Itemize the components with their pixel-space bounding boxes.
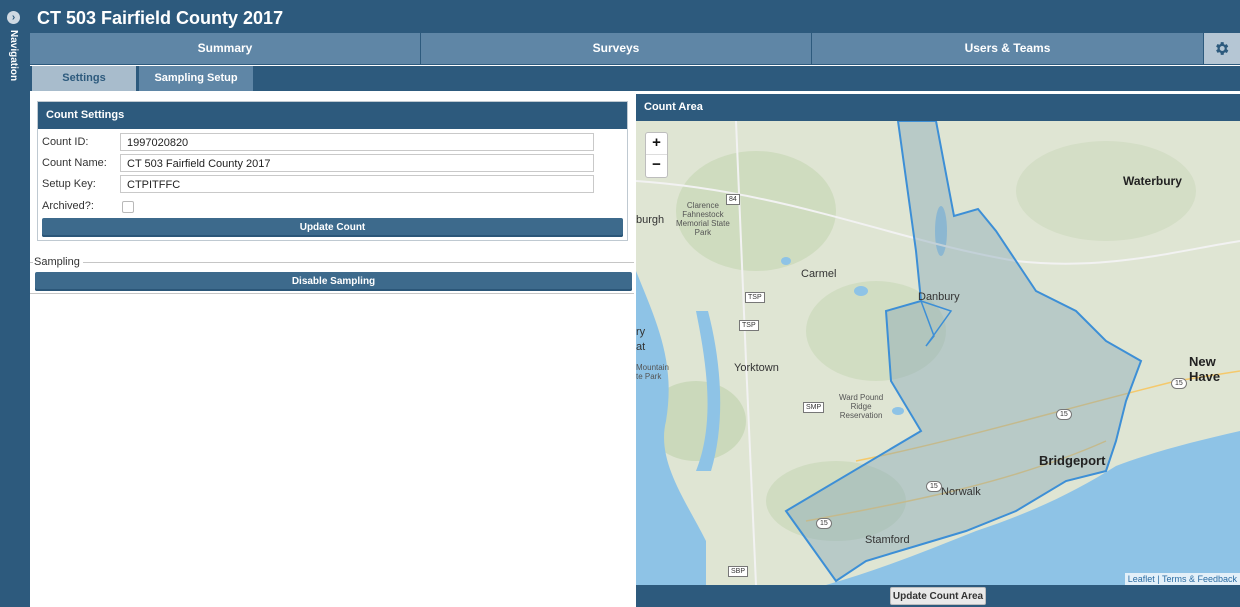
route-shield-84: 84 [726,194,740,205]
count-id-input[interactable]: 1997020820 [120,133,594,151]
map-view[interactable]: + − Waterbury burgh Clarence Fahnestock … [636,121,1240,585]
sub-tab-bar: Settings Sampling Setup [30,66,1240,91]
place-danbury: Danbury [918,291,960,303]
route-shield-tsp-2: TSP [739,320,759,331]
count-id-row: Count ID: 1997020820 [38,133,627,153]
navigation-rail[interactable]: › Navigation [0,0,30,607]
setup-key-row: Setup Key: CTPITFFC [38,175,627,195]
place-new-haven: New Have [1189,354,1221,384]
zoom-out-button[interactable]: − [646,155,667,176]
count-area-panel: Count Area + − Waterbury burgh Clarence … [636,94,1240,607]
place-bridgeport: Bridgeport [1039,453,1106,468]
map-footer: Update Count Area [636,585,1240,607]
setup-key-label: Setup Key: [42,178,96,190]
chevron-right-icon[interactable]: › [7,11,20,24]
settings-panel: Count Settings Count ID: 1997020820 Coun… [30,94,635,607]
tab-sampling-setup[interactable]: Sampling Setup [139,66,253,91]
zoom-control: + − [645,132,668,178]
count-area-title: Count Area [636,94,1240,121]
place-yorktown: Yorktown [734,362,779,374]
route-shield-15-3: 15 [926,481,942,492]
place-ward-pound: Ward Pound Ridge Reservation [839,393,884,420]
main-tab-bar: Summary Surveys Users & Teams [30,33,1240,65]
place-stamford: Stamford [865,534,910,546]
place-ry: ry [636,326,646,338]
archived-row: Archived?: [38,197,627,217]
map-attribution[interactable]: Leaflet | Terms & Feedback [1124,573,1240,585]
count-name-input[interactable]: CT 503 Fairfield County 2017 [120,154,594,172]
map-canvas[interactable] [636,121,1240,585]
route-shield-sbp: SBP [728,566,749,577]
count-name-row: Count Name: CT 503 Fairfield County 2017 [38,154,627,174]
route-shield-smp: SMP [803,402,825,413]
place-clarence: Clarence Fahnestock Memorial State Park [676,201,730,237]
zoom-in-button[interactable]: + [646,133,667,155]
archived-checkbox[interactable] [122,201,134,213]
disable-sampling-button[interactable]: Disable Sampling [35,272,632,291]
count-name-label: Count Name: [42,157,107,169]
sampling-section: Sampling Disable Sampling [30,256,634,294]
archived-label: Archived?: [42,200,94,212]
app-header: CT 503 Fairfield County 2017 [30,0,1240,33]
place-at: at [636,341,646,353]
setup-key-input[interactable]: CTPITFFC [120,175,594,193]
tab-users-teams[interactable]: Users & Teams [812,33,1204,64]
place-norwalk: Norwalk [941,486,981,498]
place-mountain: Mountain te Park [636,363,669,381]
count-settings-box: Count Settings Count ID: 1997020820 Coun… [37,101,628,241]
count-settings-title: Count Settings [38,102,627,129]
navigation-label[interactable]: Navigation [8,30,19,81]
place-carmel: Carmel [801,268,837,280]
tab-settings[interactable]: Settings [32,66,136,91]
update-count-button[interactable]: Update Count [42,218,623,237]
update-count-area-button[interactable]: Update Count Area [890,587,986,605]
count-id-label: Count ID: [42,136,89,148]
route-shield-tsp: TSP [745,292,765,303]
sampling-legend: Sampling [33,256,83,268]
tab-surveys[interactable]: Surveys [421,33,812,64]
place-waterbury: Waterbury [1123,174,1182,188]
route-shield-15-2: 15 [1056,409,1072,420]
settings-button[interactable] [1204,33,1240,64]
place-burgh: burgh [636,214,665,226]
tab-summary[interactable]: Summary [30,33,421,64]
page-title: CT 503 Fairfield County 2017 [37,8,284,28]
gear-icon [1216,42,1229,55]
route-shield-15-4: 15 [816,518,832,529]
route-shield-15: 15 [1171,378,1187,389]
